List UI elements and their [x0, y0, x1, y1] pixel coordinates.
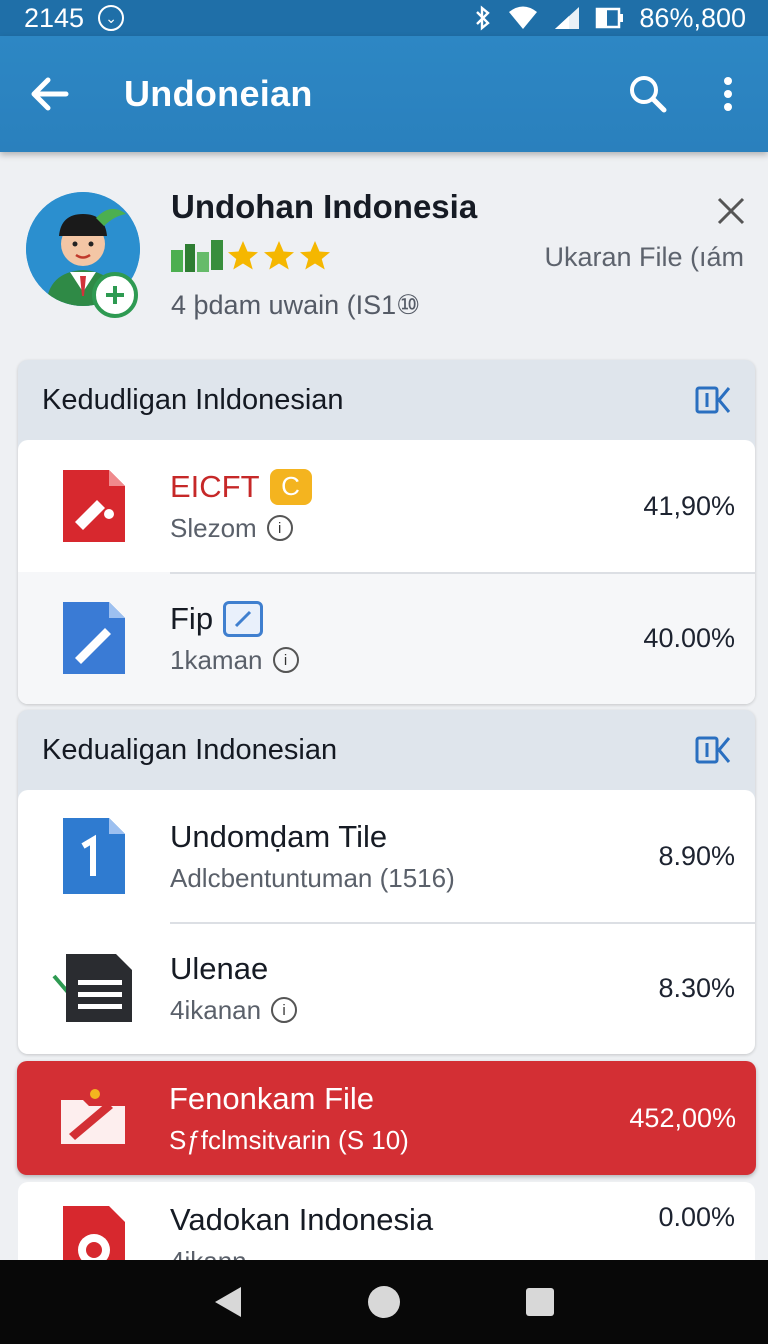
item-title: EICFT [170, 468, 260, 504]
item-title: Fip [170, 600, 214, 636]
item-subtitle: 4ikanan [170, 994, 262, 1025]
list-item[interactable]: Fip 1kaman i 40.00% [18, 572, 755, 704]
list-item[interactable]: EICFT C Slezom i 41,90% [18, 440, 755, 572]
item-subtitle: 1kaman [170, 644, 263, 675]
section-title: Kedudligan Inldonesian [42, 383, 344, 416]
arrow-left-icon [31, 77, 69, 111]
section-action-button[interactable] [693, 730, 733, 770]
item-value: 41,90% [643, 490, 735, 521]
highlighted-list-item[interactable]: Fenonkam File Sƒfclmsitvarin (S 10) 452,… [17, 1061, 756, 1175]
wifi-icon [507, 5, 539, 31]
dark-list-document-icon [52, 954, 132, 1022]
item-subtitle: Sƒfclmsitvarin (S 10) [169, 1124, 409, 1155]
section-2: Kedualigan Indonesian Undomḍam Tile Adlc… [18, 710, 755, 1054]
collapse-icon [695, 386, 731, 414]
circle-home-icon [368, 1286, 400, 1318]
add-badge-icon [92, 272, 138, 318]
square-recents-icon [526, 1288, 554, 1316]
folder-pen-icon [61, 1089, 125, 1144]
info-icon: i [266, 515, 293, 541]
rating-stars [171, 238, 333, 274]
list-item[interactable]: Vadokan Indonesia 4ikann 0.00% [18, 1182, 755, 1272]
navigation-bar [0, 1260, 768, 1344]
flag-icon [171, 240, 223, 272]
clock-icon: ⌄ [98, 5, 125, 31]
triangle-back-icon [215, 1287, 241, 1317]
item-value: 8.30% [658, 972, 735, 1003]
search-button[interactable] [608, 36, 688, 152]
item-value: 8.90% [658, 840, 735, 871]
star-icon [228, 241, 258, 270]
close-icon [717, 197, 745, 225]
item-title: Fenonkam File [169, 1080, 375, 1116]
more-vertical-icon [724, 77, 732, 111]
back-button[interactable] [0, 36, 100, 152]
nav-home-button[interactable] [354, 1272, 414, 1332]
item-title: Undomḍam Tile [170, 818, 388, 854]
nav-back-button[interactable] [198, 1272, 258, 1332]
red-document-icon [63, 470, 125, 542]
bluetooth-icon [473, 5, 493, 31]
close-button[interactable] [708, 188, 754, 234]
item-title: Ulenae [170, 950, 269, 986]
section-action-button[interactable] [693, 380, 733, 420]
item-subtitle: Adlcbentuntuman (1516) [170, 862, 455, 893]
search-icon [630, 76, 667, 113]
info-icon: i [272, 647, 299, 673]
list-item[interactable]: Undomḍam Tile Adlcbentuntuman (1516) 8.9… [18, 790, 755, 922]
edit-badge-icon [223, 600, 264, 637]
file-size-label: Ukaran File (ıám [544, 242, 744, 272]
collapse-icon [695, 736, 731, 764]
battery-level: 86%,800 [639, 2, 746, 33]
app-header: Undohan Indonesia 4 þdam uwain (IS1⑩ Uka… [0, 152, 768, 357]
list-item[interactable]: Ulenae 4ikanan i 8.30% [18, 922, 755, 1054]
header-title: Undohan Indonesia [171, 188, 478, 225]
status-time: 2145 [24, 2, 85, 33]
app-bar: Undoneian [0, 36, 768, 152]
item-subtitle: Slezom [170, 512, 257, 543]
signal-icon [553, 5, 581, 31]
star-icon [300, 241, 330, 270]
item-value: 40.00% [643, 622, 735, 653]
item-title: Vadokan Indonesia [170, 1202, 434, 1237]
section-1: Kedudligan Inldonesian EICFT C Slezom i … [18, 360, 755, 704]
blue-number-document-icon [63, 818, 125, 894]
badge: C [269, 468, 312, 505]
section-title: Kedualigan Indonesian [42, 733, 338, 766]
overflow-menu-button[interactable] [688, 36, 768, 152]
info-icon: i [271, 997, 298, 1023]
item-value: 0.00% [658, 1202, 735, 1232]
star-icon [264, 241, 294, 270]
nav-recents-button[interactable] [510, 1272, 570, 1332]
item-value: 452,00% [629, 1102, 736, 1133]
blue-pen-document-icon [63, 602, 125, 674]
status-bar: 2145 ⌄ 86%,800 [0, 0, 768, 36]
app-bar-title: Undoneian [124, 73, 313, 114]
header-subtitle: 4 þdam uwain (IS1⑩ [171, 290, 421, 320]
battery-icon [595, 5, 625, 31]
